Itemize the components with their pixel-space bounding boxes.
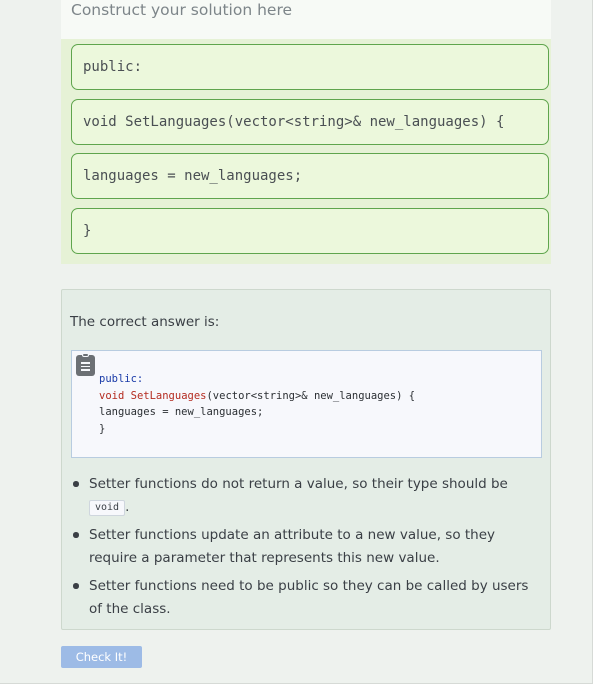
explanation-item: Setter functions update an attribute to … (72, 524, 544, 569)
code-line-2: void SetLanguages(vector<string>& new_la… (99, 389, 416, 402)
solution-header: Construct your solution here (71, 1, 293, 19)
code-block-function-signature[interactable]: void SetLanguages(vector<string>& new_la… (71, 98, 549, 145)
page: Construct your solution here public: voi… (0, 0, 593, 684)
code-block-assignment[interactable]: languages = new_languages; (71, 153, 549, 199)
check-it-button[interactable]: Check It! (61, 646, 142, 668)
code-block-public[interactable]: public: (71, 44, 549, 90)
answer-code: public: void SetLanguages(vector<string>&… (99, 371, 415, 437)
code-block-closing-brace[interactable]: } (71, 207, 549, 254)
feedback-panel: The correct answer is: public: void SetLa… (61, 289, 551, 630)
code-line-1: public: (99, 373, 144, 385)
feedback-title: The correct answer is: (70, 314, 220, 330)
clipboard-icon[interactable] (76, 353, 95, 376)
code-line-3: languages = new_languages; (99, 406, 264, 418)
answer-code-box: public: void SetLanguages(vector<string>&… (71, 350, 542, 458)
inline-code-void: void (89, 499, 126, 516)
solution-area: Construct your solution here public: voi… (61, 0, 551, 264)
explanation-item: Setter functions need to be public so th… (72, 575, 544, 620)
code-line-4: } (99, 422, 106, 435)
solution-drop-zone[interactable]: public: void SetLanguages(vector<string>… (61, 39, 551, 264)
explanation-item: Setter functions do not return a value, … (72, 473, 544, 518)
explanation-list: Setter functions do not return a value, … (72, 473, 544, 626)
